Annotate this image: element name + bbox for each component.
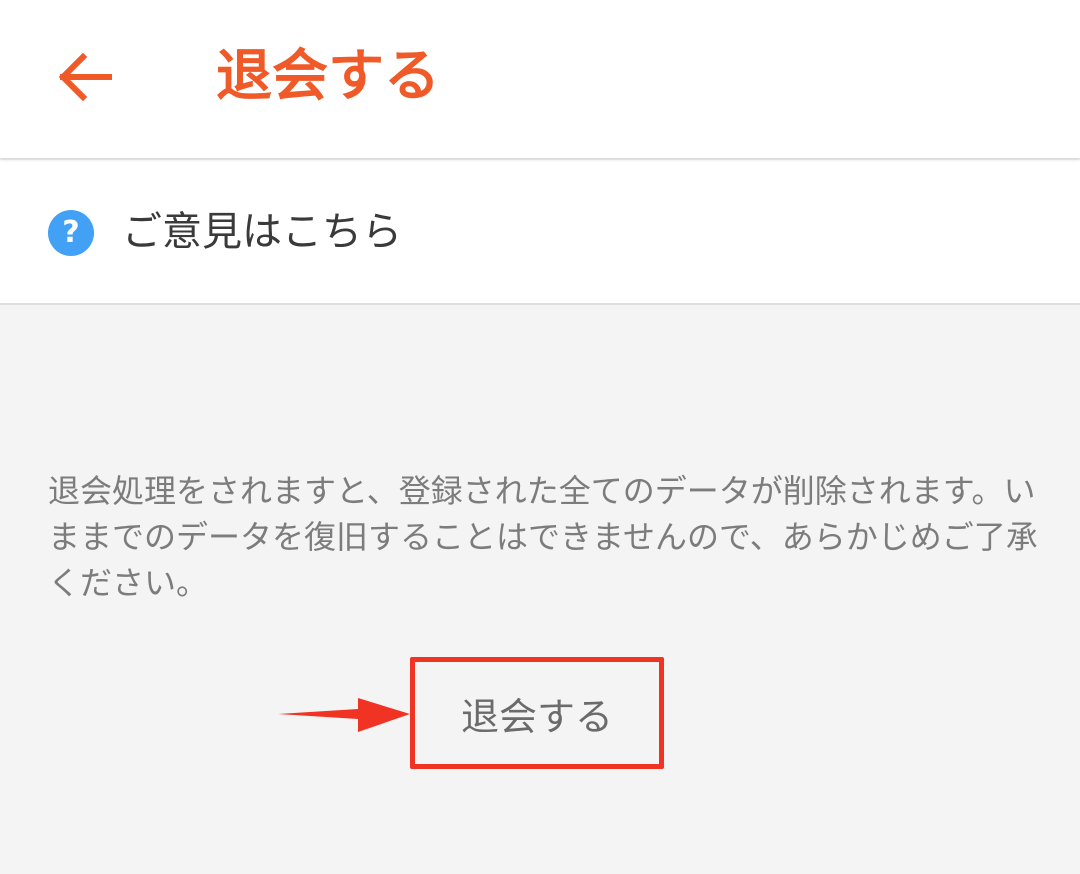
withdrawal-notice: 退会処理をされますと、登録された全てのデータが削除されます。いままでのデータを復…: [48, 472, 1038, 602]
arrow-left-icon: [58, 53, 112, 101]
feedback-label: ご意見はこちら: [122, 209, 402, 255]
question-circle-icon: ?: [48, 210, 94, 256]
withdraw-button-label: 退会する: [460, 694, 613, 739]
feedback-link[interactable]: ? ご意見はこちら: [0, 160, 1080, 305]
page-title: 退会する: [216, 44, 440, 109]
withdraw-button[interactable]: 退会する: [410, 657, 664, 769]
app-bar: 退会する: [0, 0, 1080, 158]
red-pointer-arrow-icon: [278, 698, 410, 732]
back-button[interactable]: [40, 32, 130, 122]
